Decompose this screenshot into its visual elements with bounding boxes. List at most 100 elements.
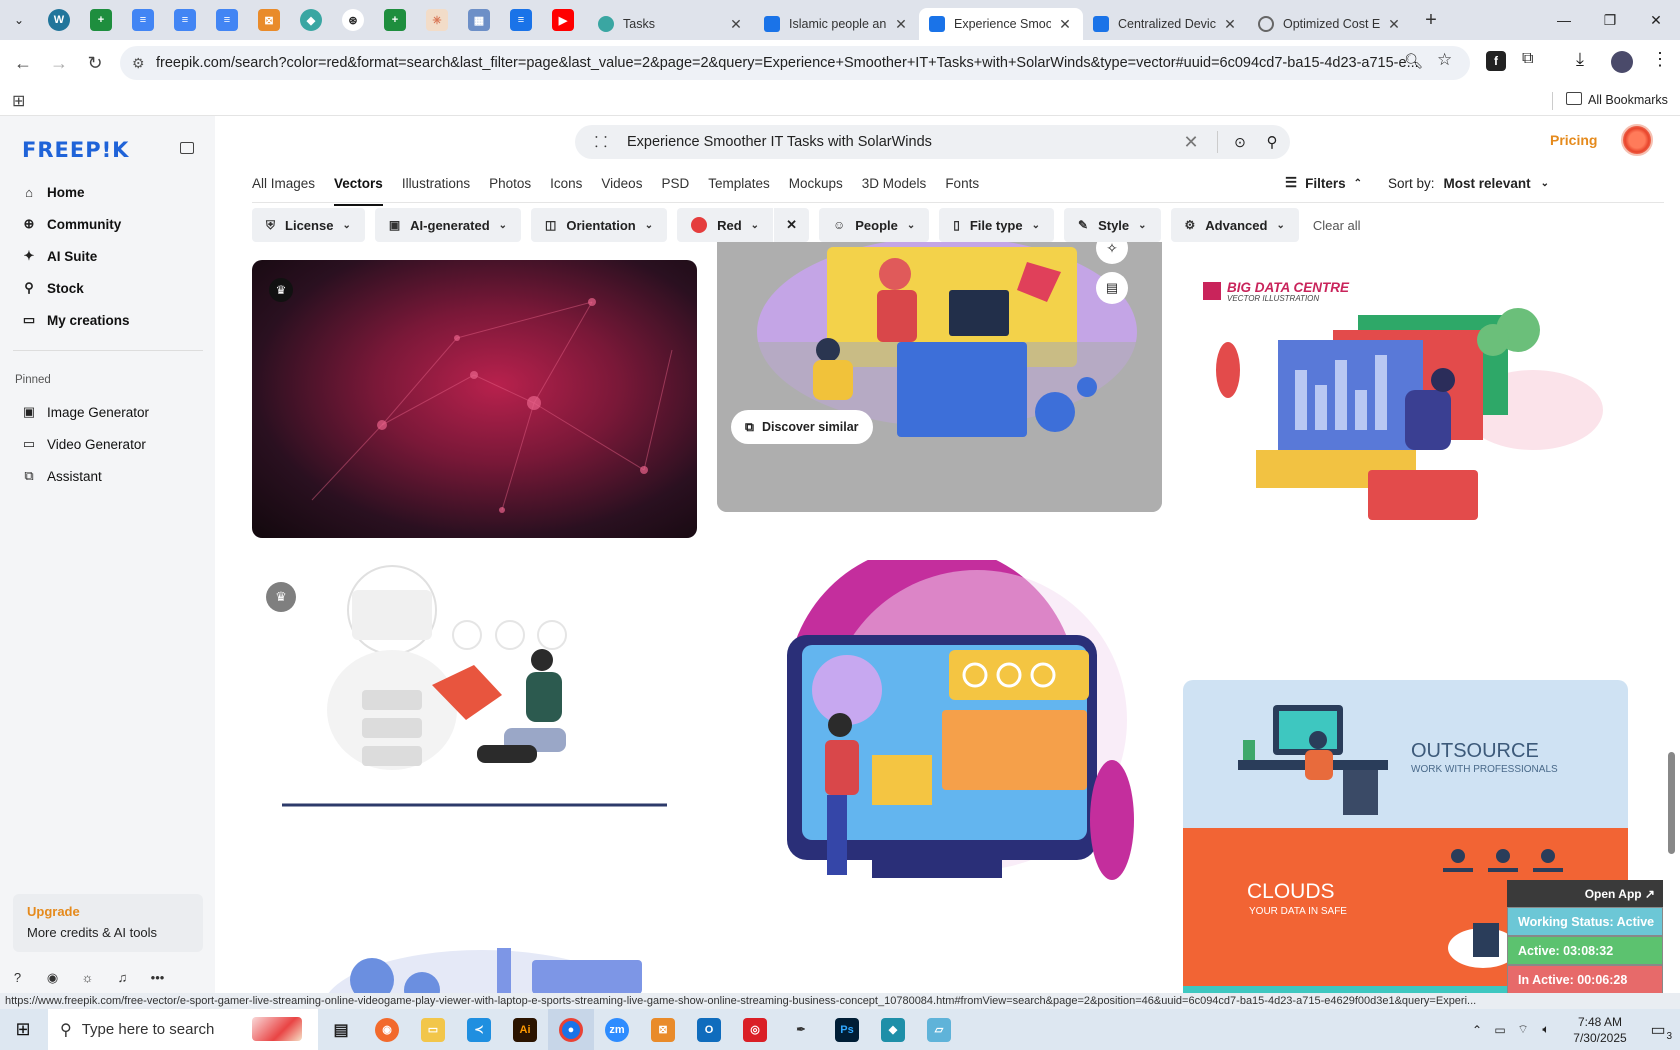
sidebar-item-home[interactable]: ⌂ Home [20,180,84,204]
theme-icon[interactable]: ☼ [70,970,105,986]
pinned-tab-grid[interactable]: ▦ [468,9,490,31]
new-tab-button[interactable]: + [1416,9,1446,32]
open-app-button[interactable]: Open App ↗ [1507,880,1663,907]
more-icon[interactable]: ••• [140,970,175,986]
result-card-gears[interactable] [252,920,697,994]
result-card-dashboard[interactable] [717,560,1162,900]
bookmark-star-icon[interactable]: ☆ [1437,50,1452,70]
pinned-tab-chatgpt[interactable]: ⊛ [342,9,364,31]
vscode-icon[interactable]: ≺ [456,1009,502,1050]
filters-toggle[interactable]: ☰ Filters ⌃ [1285,175,1362,191]
chip-people[interactable]: ☺ People ⌄ [818,208,930,242]
extensions-puzzle-icon[interactable]: ⧉ [1522,50,1533,68]
result-card-gamer[interactable]: ✧ ▤ ⧉ Discover similar [717,242,1162,512]
apps-grid-icon[interactable]: ⊞ [12,91,25,111]
pinned-tab-docs-2[interactable]: ≡ [174,9,196,31]
user-avatar[interactable] [1621,124,1653,156]
app-orange-icon[interactable]: ⊠ [640,1009,686,1050]
result-card-network-security[interactable]: ♛ [252,560,697,840]
freepik-logo[interactable]: FREEP!K [22,138,129,162]
chip-file-type[interactable]: ▯ File type ⌄ [939,208,1054,242]
chip-license[interactable]: ⛨ License ⌄ [252,208,365,242]
chip-advanced[interactable]: ⚙ Advanced ⌄ [1170,208,1299,242]
sidebar-item-video-generator[interactable]: ▭ Video Generator [20,432,146,456]
clear-search-icon[interactable]: ✕ [1173,132,1209,153]
restore-button[interactable]: ❐ [1587,0,1633,40]
volume-icon[interactable]: 🔈︎ [1534,1022,1558,1037]
discord-icon[interactable]: ◉ [35,970,70,986]
pinned-tab-claude[interactable]: ✳ [426,9,448,31]
upgrade-card[interactable]: Upgrade More credits & AI tools [13,894,203,952]
downloads-icon[interactable]: ⤓ [1576,49,1584,70]
pinned-tab-tasks[interactable]: ◆ [300,9,322,31]
pinned-tab-docs[interactable]: ≡ [132,9,154,31]
sidebar-item-assistant[interactable]: ⧉ Assistant [20,464,101,488]
tab-tasks[interactable]: Tasks ✕ [588,8,754,40]
tab-photos[interactable]: Photos [489,174,531,204]
tab-icons[interactable]: Icons [550,174,582,204]
reload-button[interactable]: ↻ [78,46,112,80]
tab-islamic-people[interactable]: Islamic people an ✕ [754,8,919,40]
sort-dropdown[interactable]: Most relevant ⌄ [1444,176,1549,191]
remove-color-filter[interactable]: ✕ [774,208,809,242]
close-icon[interactable]: ✕ [1057,16,1073,33]
sidebar-item-image-generator[interactable]: ▣ Image Generator [20,400,149,424]
search-bar[interactable]: ⸬ Experience Smoother IT Tasks with Sola… [575,125,1290,159]
forward-button[interactable]: → [42,46,76,80]
pen-tool-icon[interactable]: ✒ [778,1009,824,1050]
chip-style[interactable]: ✎ Style ⌄ [1064,208,1161,242]
tab-illustrations[interactable]: Illustrations [402,174,470,204]
pricing-link[interactable]: Pricing [1550,132,1597,148]
sidebar-item-stock[interactable]: ⚲ Stock [20,276,84,300]
creative-cloud-icon[interactable]: ◎ [732,1009,778,1050]
app-diamond-icon[interactable]: ◆ [870,1009,916,1050]
chip-color-red[interactable]: Red ⌄ [677,208,774,242]
search-input[interactable]: Experience Smoother IT Tasks with SolarW… [627,134,1173,150]
taskbar-search[interactable]: ⚲ Type here to search [48,1009,318,1050]
close-icon[interactable]: ✕ [1222,16,1238,33]
all-bookmarks-link[interactable]: All Bookmarks [1588,93,1668,107]
zoom-icon[interactable]: 🔍︎ [1404,52,1423,70]
pinned-tab-docs-3[interactable]: ≡ [216,9,238,31]
bell-icon[interactable]: ♫ [105,970,140,986]
sidebar-item-ai-suite[interactable]: ✦ AI Suite [20,244,98,268]
tab-videos[interactable]: Videos [601,174,642,204]
task-view-icon[interactable]: ▤ [318,1009,364,1050]
tab-psd[interactable]: PSD [661,174,689,204]
search-mode-icon[interactable]: ⸬ [575,132,627,152]
sidebar-item-my-creations[interactable]: ▭ My creations [20,308,130,332]
help-icon[interactable]: ? [0,970,35,986]
outlook-icon[interactable]: O [686,1009,732,1050]
chip-ai-generated[interactable]: ▣ AI-generated ⌄ [374,208,522,242]
address-bar[interactable]: ⚙ freepik.com/search?color=red&format=se… [120,46,1470,80]
camera-icon[interactable]: ⊙ [1226,134,1254,151]
pinned-tab-app[interactable]: ⊠ [258,9,280,31]
firefox-icon[interactable]: ◉ [364,1009,410,1050]
pinned-tab-sheets[interactable]: + [90,9,112,31]
tab-centralized-device[interactable]: Centralized Devic ✕ [1083,8,1248,40]
sidebar-item-community[interactable]: ⊕ Community [20,212,122,236]
close-icon[interactable]: ✕ [1386,16,1402,33]
profile-avatar[interactable] [1611,51,1633,73]
tab-mockups[interactable]: Mockups [789,174,843,204]
chrome-icon[interactable]: ● [548,1009,594,1050]
clear-all-link[interactable]: Clear all [1313,218,1361,233]
close-icon[interactable]: ✕ [728,16,744,33]
result-card-network[interactable]: ♛ [252,260,697,538]
pinned-tab-sheets-2[interactable]: + [384,9,406,31]
tab-experience-smoother[interactable]: Experience Smoot ✕ [919,8,1083,40]
pinned-tab-youtube[interactable]: ▶ [552,9,574,31]
pinned-tab-docs-4[interactable]: ≡ [510,9,532,31]
search-icon[interactable]: ⚲ [1254,133,1290,151]
file-explorer-icon[interactable]: ▭ [410,1009,456,1050]
tab-vectors[interactable]: Vectors [334,174,383,206]
chevron-up-icon[interactable]: ⌃ [1466,1023,1488,1037]
illustrator-icon[interactable]: Ai [502,1009,548,1050]
tab-list-dropdown[interactable]: ⌄ [0,13,38,27]
wifi-icon[interactable]: ⌔ [1512,1022,1534,1037]
close-icon[interactable]: ✕ [893,16,909,33]
tab-all-images[interactable]: All Images [252,174,315,204]
tab-3d-models[interactable]: 3D Models [862,174,927,204]
pinned-tab-wordpress[interactable]: W [48,9,70,31]
app-notepad-icon[interactable]: ▱ [916,1009,962,1050]
